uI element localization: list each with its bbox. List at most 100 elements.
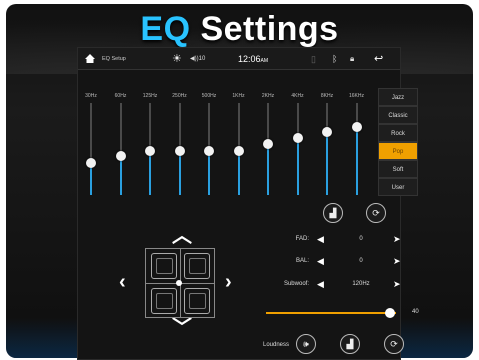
screen-title: EQ Setup (102, 56, 126, 62)
band-knob[interactable] (204, 145, 214, 156)
lock-icon[interactable]: 🔒︎ (350, 48, 354, 70)
volume-track[interactable] (266, 312, 396, 314)
band-fill (208, 150, 210, 195)
preset-rock[interactable]: Rock (378, 124, 418, 142)
reset-button-2[interactable]: ⟳ (384, 334, 404, 354)
band-knob[interactable] (174, 145, 185, 156)
device-screen: EQ Setup ☀ ◀))10 12:06AM ▯ ᛒ 🔒︎ ↩ 30Hz 60… (77, 47, 419, 360)
subwoofer-row: Subwoof: ◀ 120Hz ➤ (263, 279, 403, 295)
fad-label: FAD: (295, 236, 309, 242)
subwoofer-increase-icon[interactable]: ➤ (393, 279, 401, 290)
document-icon: ▯ (311, 54, 316, 64)
band-slider[interactable] (86, 103, 96, 195)
band-slider[interactable] (204, 103, 214, 195)
band-label: 2KHz (261, 93, 275, 99)
preset-classic[interactable]: Classic (378, 106, 418, 124)
preset-jazz[interactable]: Jazz (378, 88, 418, 106)
preset-list: Jazz Classic Rock Pop Soft User (378, 88, 418, 196)
home-icon[interactable] (84, 48, 98, 70)
back-icon[interactable]: ↩ (374, 48, 383, 70)
banner-title: EQ Settings (6, 10, 473, 49)
reset-button[interactable]: ⟳ (366, 203, 386, 223)
loudness-label: Loudness (263, 342, 290, 348)
eq-mode-button-2[interactable]: ▟ (340, 334, 360, 354)
banner-settings-word: Settings (190, 10, 339, 48)
band-label: 60Hz (114, 93, 127, 99)
volume-indicator[interactable]: ◀))10 (190, 48, 205, 70)
band-fill (296, 137, 299, 195)
banner-eq-word: EQ (140, 10, 191, 48)
band-slider[interactable] (292, 103, 303, 195)
eq-mode-button[interactable]: ▟ (323, 203, 343, 223)
band-fill (119, 156, 122, 195)
band-fill (237, 150, 240, 195)
band-knob[interactable] (115, 151, 126, 162)
band-fill (178, 150, 181, 195)
subwoofer-decrease-icon[interactable]: ◀ (317, 279, 324, 290)
fad-row: FAD: ◀ 0 ➤ (263, 234, 403, 250)
reset-icon: ⟳ (372, 208, 380, 218)
loudness-button[interactable]: 🕪︎ (296, 334, 316, 354)
band-label: 500Hz (201, 93, 217, 99)
band-knob[interactable] (263, 139, 273, 150)
band-slider[interactable] (263, 103, 273, 195)
band-fill (267, 144, 269, 195)
bal-row: BAL: ◀ 0 ➤ (263, 256, 403, 272)
band-slider[interactable] (174, 103, 185, 195)
bal-decrease-icon[interactable]: ◀ (317, 256, 324, 267)
speaker-icon: 🕪︎ (303, 339, 309, 349)
band-slider[interactable] (233, 103, 244, 195)
band-label: 1KHz (232, 93, 245, 99)
balance-left-arrow[interactable]: ‹ (119, 272, 126, 292)
clock-time: 12:06 (238, 54, 261, 64)
band-knob[interactable] (351, 121, 362, 132)
volume-slider[interactable]: 40 (266, 308, 419, 318)
band-slider[interactable] (145, 103, 155, 195)
bal-label: BAL: (295, 258, 309, 264)
band-label: 8KHz (320, 93, 334, 99)
band-knob[interactable] (86, 157, 96, 168)
band-label: 4KHz (291, 93, 304, 99)
seat-rear-right-icon (184, 288, 210, 314)
preset-user[interactable]: User (378, 178, 418, 196)
balance-right-arrow[interactable]: › (225, 272, 232, 292)
bal-value: 0 (359, 258, 363, 264)
band-fill (355, 126, 358, 195)
clock-ampm: AM (260, 58, 269, 64)
band-slider[interactable] (115, 103, 126, 195)
volume-knob[interactable] (384, 308, 395, 318)
equalizer-icon: ▟ (346, 339, 354, 349)
bluetooth-icon: ᛒ (332, 54, 338, 64)
status-bar: EQ Setup ☀ ◀))10 12:06AM ▯ ᛒ 🔒︎ ↩ (78, 48, 400, 70)
band-fill (326, 132, 328, 195)
reset-icon: ⟳ (390, 339, 398, 349)
band-label: 125Hz (142, 93, 158, 99)
band-knob[interactable] (292, 132, 303, 143)
seat-rear-left-icon (151, 288, 177, 314)
sound-position-dot[interactable] (176, 280, 182, 286)
band-slider[interactable] (322, 103, 332, 195)
fader-balance-pad[interactable]: ︿ ﹀ ‹ › (119, 226, 235, 348)
fader-down-arrow[interactable]: ﹀ (172, 318, 192, 338)
brightness-icon[interactable]: ☀ (172, 48, 182, 70)
fad-increase-icon[interactable]: ➤ (393, 234, 401, 245)
fad-value: 0 (359, 236, 363, 242)
band-label: 30Hz (85, 93, 97, 99)
preset-soft[interactable]: Soft (378, 160, 418, 178)
fad-decrease-icon[interactable]: ◀ (317, 234, 324, 245)
subwoofer-label: Subwoof: (283, 281, 309, 287)
band-knob[interactable] (145, 145, 155, 156)
subwoofer-value: 120Hz (352, 281, 370, 287)
equalizer-icon: ▟ (329, 208, 337, 218)
clock: 12:06AM (238, 48, 268, 70)
band-label: 250Hz (172, 93, 187, 99)
seat-front-left-icon (151, 253, 177, 279)
volume-value: 40 (412, 309, 419, 315)
seat-front-right-icon (184, 253, 210, 279)
band-slider[interactable] (351, 103, 362, 195)
bal-increase-icon[interactable]: ➤ (393, 256, 401, 267)
preset-pop[interactable]: Pop (378, 142, 418, 160)
band-knob[interactable] (233, 145, 244, 156)
band-knob[interactable] (322, 127, 332, 138)
fader-up-arrow[interactable]: ︿ (172, 226, 192, 246)
